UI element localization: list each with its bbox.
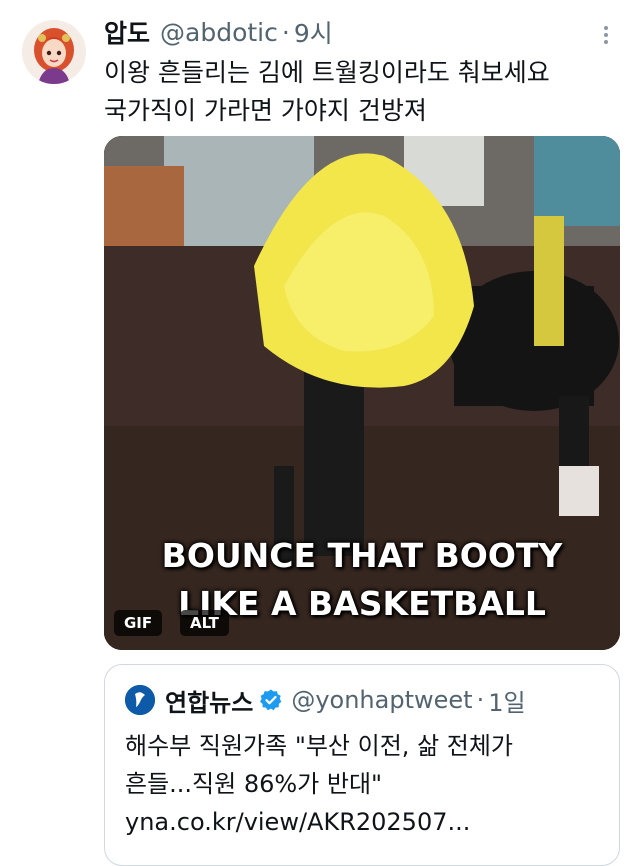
quoted-avatar[interactable]: [125, 685, 155, 715]
avatar[interactable]: [22, 20, 86, 84]
author-name[interactable]: 압도: [104, 14, 150, 50]
tweet-text-line: 이왕 흔들리는 김에 트월킹이라도 춰보세요: [104, 58, 550, 87]
author-handle[interactable]: @abdotic: [160, 18, 278, 47]
yonhap-logo-icon: [125, 685, 155, 715]
tweet-timestamp[interactable]: 9시: [294, 14, 333, 50]
more-vertical-icon[interactable]: [598, 22, 614, 50]
quoted-timestamp[interactable]: 1일: [488, 683, 525, 718]
verified-badge-icon: [260, 689, 282, 711]
gif-caption-line: BOUNCE THAT BOOTY: [161, 536, 563, 575]
separator-dot: ·: [281, 17, 290, 47]
quoted-tweet[interactable]: 연합뉴스 @yonhaptweet · 1일 해수부 직원가족 "부산 이전, …: [104, 664, 620, 866]
tweet[interactable]: 압도 @abdotic · 9시 이왕 흔들리는 김에 트월킹이라도 춰보세요 …: [0, 0, 640, 866]
tweet-header: 압도 @abdotic · 9시: [104, 14, 333, 50]
separator-dot: ·: [476, 686, 485, 714]
quoted-author-handle[interactable]: @yonhaptweet: [291, 686, 472, 714]
quoted-author-name[interactable]: 연합뉴스: [165, 683, 253, 718]
gif-badge: GIF: [114, 610, 163, 636]
quoted-text-line: 흔들...직원 86%가 반대": [125, 770, 383, 798]
gif-media[interactable]: BOUNCE THAT BOOTY LIKE A BASKETBALL GIF …: [104, 136, 620, 650]
avatar-illustration: [22, 20, 86, 84]
tweet-text: 이왕 흔들리는 김에 트월킹이라도 춰보세요 국가직이 가라면 가야지 건방져: [104, 54, 624, 130]
quoted-tweet-header: 연합뉴스 @yonhaptweet · 1일: [125, 683, 526, 717]
quoted-link[interactable]: yna.co.kr/view/AKR202507...: [125, 803, 605, 841]
tweet-text-line: 국가직이 가라면 가야지 건방져: [104, 96, 427, 125]
alt-text-button[interactable]: ALT: [180, 610, 229, 636]
quoted-text-line: 해수부 직원가족 "부산 이전, 삶 전체가: [125, 732, 514, 760]
quoted-tweet-text: 해수부 직원가족 "부산 이전, 삶 전체가 흔들...직원 86%가 반대" …: [125, 727, 605, 841]
